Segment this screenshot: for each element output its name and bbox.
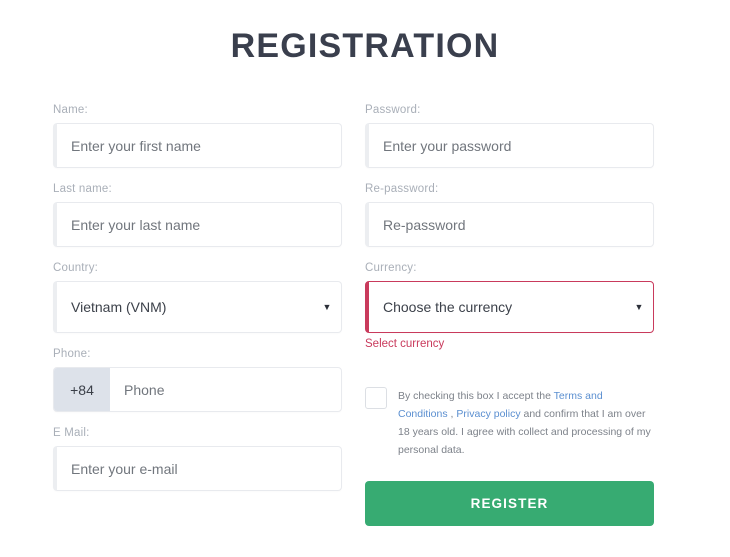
first-name-input[interactable] [57,124,341,167]
last-name-input-wrapper[interactable] [53,202,342,247]
phone-country-code[interactable]: +84 [54,368,110,411]
field-country: Country: Vietnam (VNM) ▼ [53,262,342,333]
phone-input-group[interactable]: +84 [53,367,342,412]
email-label: E Mail: [53,427,90,439]
name-label: Name: [53,104,88,116]
chevron-down-icon: ▼ [634,301,644,312]
currency-label: Currency: [365,262,417,274]
chevron-down-icon: ▼ [322,301,332,312]
name-input-wrapper[interactable] [53,123,342,168]
re-password-label: Re-password: [365,183,439,195]
terms-agreement-row: By checking this box I accept the Terms … [365,386,654,459]
form-column-right: Password: Re-password: Currency: Choose … [365,104,654,527]
currency-select[interactable]: Choose the currency ▼ [365,281,654,333]
last-name-label: Last name: [53,183,112,195]
terms-text-part1: By checking this box I accept the [398,390,554,402]
field-name: Name: [53,104,342,168]
country-selected-value: Vietnam (VNM) [71,299,167,315]
re-password-input[interactable] [369,203,653,246]
last-name-input[interactable] [57,203,341,246]
field-re-password: Re-password: [365,183,654,247]
privacy-policy-link[interactable]: Privacy policy [456,408,520,420]
country-select[interactable]: Vietnam (VNM) ▼ [53,281,342,333]
registration-page: REGISTRATION Name: Last name: Country: [0,0,730,557]
terms-text: By checking this box I accept the Terms … [398,386,654,459]
field-password: Password: [365,104,654,168]
field-phone: Phone: +84 [53,348,342,412]
field-currency: Currency: Choose the currency ▼ Select c… [365,262,654,350]
email-input-wrapper[interactable] [53,446,342,491]
re-password-input-wrapper[interactable] [365,202,654,247]
password-label: Password: [365,104,421,116]
page-title: REGISTRATION [230,27,500,65]
field-last-name: Last name: [53,183,342,247]
password-input[interactable] [369,124,653,167]
phone-input[interactable] [110,368,341,411]
currency-error-message: Select currency [365,338,445,350]
email-input[interactable] [57,447,341,490]
terms-checkbox[interactable] [365,387,387,409]
registration-form: Name: Last name: Country: Vietnam (VNM) … [53,104,654,527]
currency-selected-value: Choose the currency [383,299,513,315]
register-button[interactable]: REGISTER [365,481,654,527]
phone-label: Phone: [53,348,91,360]
password-input-wrapper[interactable] [365,123,654,168]
form-column-left: Name: Last name: Country: Vietnam (VNM) … [53,104,342,526]
field-email: E Mail: [53,427,342,491]
country-label: Country: [53,262,99,274]
